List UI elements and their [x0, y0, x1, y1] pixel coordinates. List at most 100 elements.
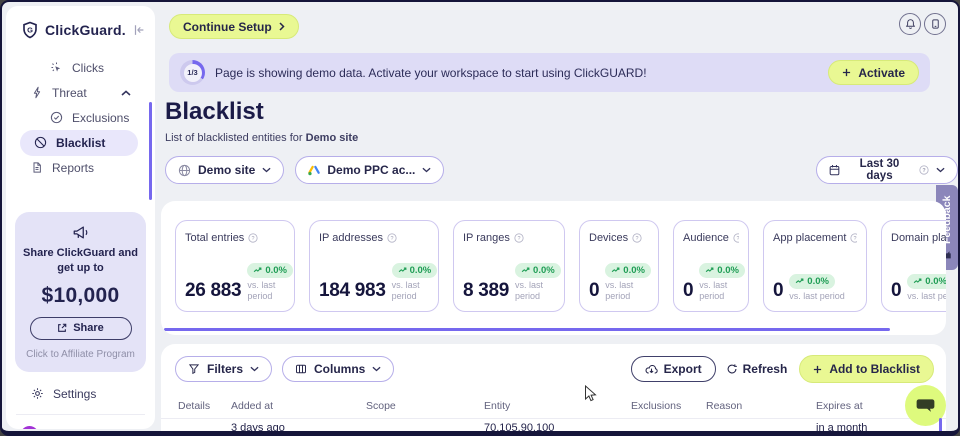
column-header-expires-at[interactable]: Expires at [816, 400, 916, 412]
column-header-details[interactable]: Details [178, 400, 231, 412]
table-toolbar: Filters Columns Export [161, 344, 946, 383]
help-icon[interactable]: ? [850, 233, 857, 243]
stat-sub: vs. last period [392, 280, 433, 303]
setup-progress-ring: 1/3 [180, 60, 205, 85]
docs-button[interactable] [924, 13, 946, 35]
sidebar-scrollbar[interactable] [149, 102, 152, 200]
sidebar-item-blacklist[interactable]: Blacklist [6, 130, 155, 155]
trend-up-icon [611, 267, 620, 273]
check-circle-icon [50, 111, 63, 124]
active-nav-pill: Blacklist [20, 130, 138, 156]
external-link-icon [57, 323, 67, 333]
stat-label: Domain placement [891, 232, 946, 244]
table-header-divider [161, 418, 946, 419]
cursor-click-icon [50, 61, 63, 74]
activate-label: Activate [858, 66, 905, 80]
sidebar-item-settings[interactable]: Settings [6, 387, 155, 401]
app-window: G ClickGuard. Clicks Threat [0, 0, 960, 436]
filters-label: Filters [207, 362, 243, 376]
column-header-scope[interactable]: Scope [366, 400, 484, 412]
chevron-down-icon [372, 366, 381, 372]
ban-circle-icon [34, 136, 47, 149]
globe-icon [178, 164, 191, 177]
add-to-blacklist-button[interactable]: Add to Blacklist [799, 355, 934, 383]
shield-logo-icon: G [21, 21, 39, 39]
filters-button[interactable]: Filters [175, 356, 272, 382]
cards-horizontal-scrollbar[interactable] [164, 328, 890, 331]
stat-card-ip-addresses: IP addresses ? 184 983 0.0% vs. last per… [309, 220, 439, 312]
stat-value: 26 883 [185, 280, 241, 302]
cell-exclusions [631, 422, 706, 434]
columns-button[interactable]: Columns [282, 356, 394, 382]
sidebar: G ClickGuard. Clicks Threat [6, 6, 155, 429]
date-range-value: Last 30 days [847, 158, 912, 182]
help-icon[interactable]: ? [514, 233, 524, 243]
stat-label: Audience [683, 232, 729, 244]
stat-value: 184 983 [319, 280, 386, 302]
refresh-button[interactable]: Refresh [726, 362, 788, 376]
activate-button[interactable]: Activate [828, 60, 919, 85]
column-header-entity[interactable]: Entity [484, 400, 631, 412]
svg-text:?: ? [854, 236, 857, 242]
sidebar-item-threat[interactable]: Threat [6, 80, 155, 105]
stat-sub: vs. last period [699, 280, 741, 303]
delta-badge: 0.0% [699, 263, 745, 278]
stat-label: IP addresses [319, 232, 383, 244]
sidebar-item-label: Blacklist [56, 136, 105, 150]
brand-name: ClickGuard. [45, 22, 126, 38]
funnel-icon [188, 363, 200, 375]
page-title: Blacklist [165, 98, 264, 126]
sidebar-item-clicks[interactable]: Clicks [6, 55, 155, 80]
column-header-added-at[interactable]: Added at [231, 400, 366, 412]
add-to-blacklist-label: Add to Blacklist [829, 362, 920, 376]
stat-sub: vs. last period [789, 291, 845, 302]
notifications-button[interactable] [899, 13, 921, 35]
account-name: gmail.com [48, 427, 130, 429]
sidebar-item-label: Reports [52, 161, 94, 175]
date-range-selector[interactable]: Last 30 days ? [816, 156, 958, 184]
promo-line2: get up to [57, 262, 103, 274]
help-icon[interactable]: ? [248, 233, 258, 243]
help-icon[interactable]: ? [387, 233, 397, 243]
page-subtitle: List of blacklisted entities for Demo si… [165, 132, 358, 144]
sidebar-item-exclusions[interactable]: Exclusions [6, 105, 155, 130]
column-header-reason[interactable]: Reason [706, 400, 816, 412]
lightning-bolt-icon [31, 86, 43, 99]
stat-card-total-entries: Total entries ? 26 883 0.0% vs. last per… [175, 220, 295, 312]
trend-up-icon [913, 278, 922, 284]
blacklist-table-panel: Filters Columns Export [161, 344, 946, 436]
sidebar-collapse-icon[interactable] [132, 23, 146, 37]
stats-cards-row: Total entries ? 26 883 0.0% vs. last per… [175, 220, 946, 312]
affiliate-promo-card[interactable]: Share ClickGuard and get up to $10,000 S… [15, 212, 146, 372]
delta-badge: 0.0% [392, 263, 438, 278]
help-icon[interactable]: ? [632, 233, 642, 243]
megaphone-icon [21, 225, 140, 240]
stat-label: Devices [589, 232, 628, 244]
site-selector[interactable]: Demo site [165, 156, 284, 184]
site-selector-value: Demo site [198, 163, 255, 177]
stat-card-devices: Devices ? 0 0.0% vs. last period [579, 220, 659, 312]
calendar-icon [829, 164, 840, 176]
delta-badge: 0.0% [789, 274, 835, 289]
trend-up-icon [398, 267, 407, 273]
page-vertical-scrollbar[interactable] [939, 418, 942, 436]
sidebar-item-reports[interactable]: Reports [6, 155, 155, 180]
svg-text:?: ? [517, 236, 520, 242]
share-button[interactable]: Share [30, 317, 132, 340]
setup-progress-label: 1/3 [184, 64, 202, 82]
column-header-exclusions[interactable]: Exclusions [631, 400, 706, 412]
ppc-account-selector[interactable]: Demo PPC ac... [295, 156, 444, 184]
stats-panel: Total entries ? 26 883 0.0% vs. last per… [161, 201, 946, 335]
stat-value: 0 [589, 280, 599, 302]
delta-badge: 0.0% [515, 263, 561, 278]
google-ads-icon [308, 165, 320, 176]
help-icon[interactable]: ? [733, 233, 739, 243]
continue-setup-button[interactable]: Continue Setup [169, 14, 299, 39]
help-icon: ? [919, 165, 929, 175]
promo-line1: Share ClickGuard and [23, 247, 138, 259]
svg-text:?: ? [922, 168, 925, 174]
table-row[interactable]: 3 days ago 70.105.90.100 in a month [161, 422, 946, 434]
sidebar-item-label: Exclusions [72, 111, 129, 125]
export-button[interactable]: Export [631, 356, 716, 382]
account-switcher[interactable]: NA gmail.com naatali.ro@gmail.com [6, 424, 155, 429]
